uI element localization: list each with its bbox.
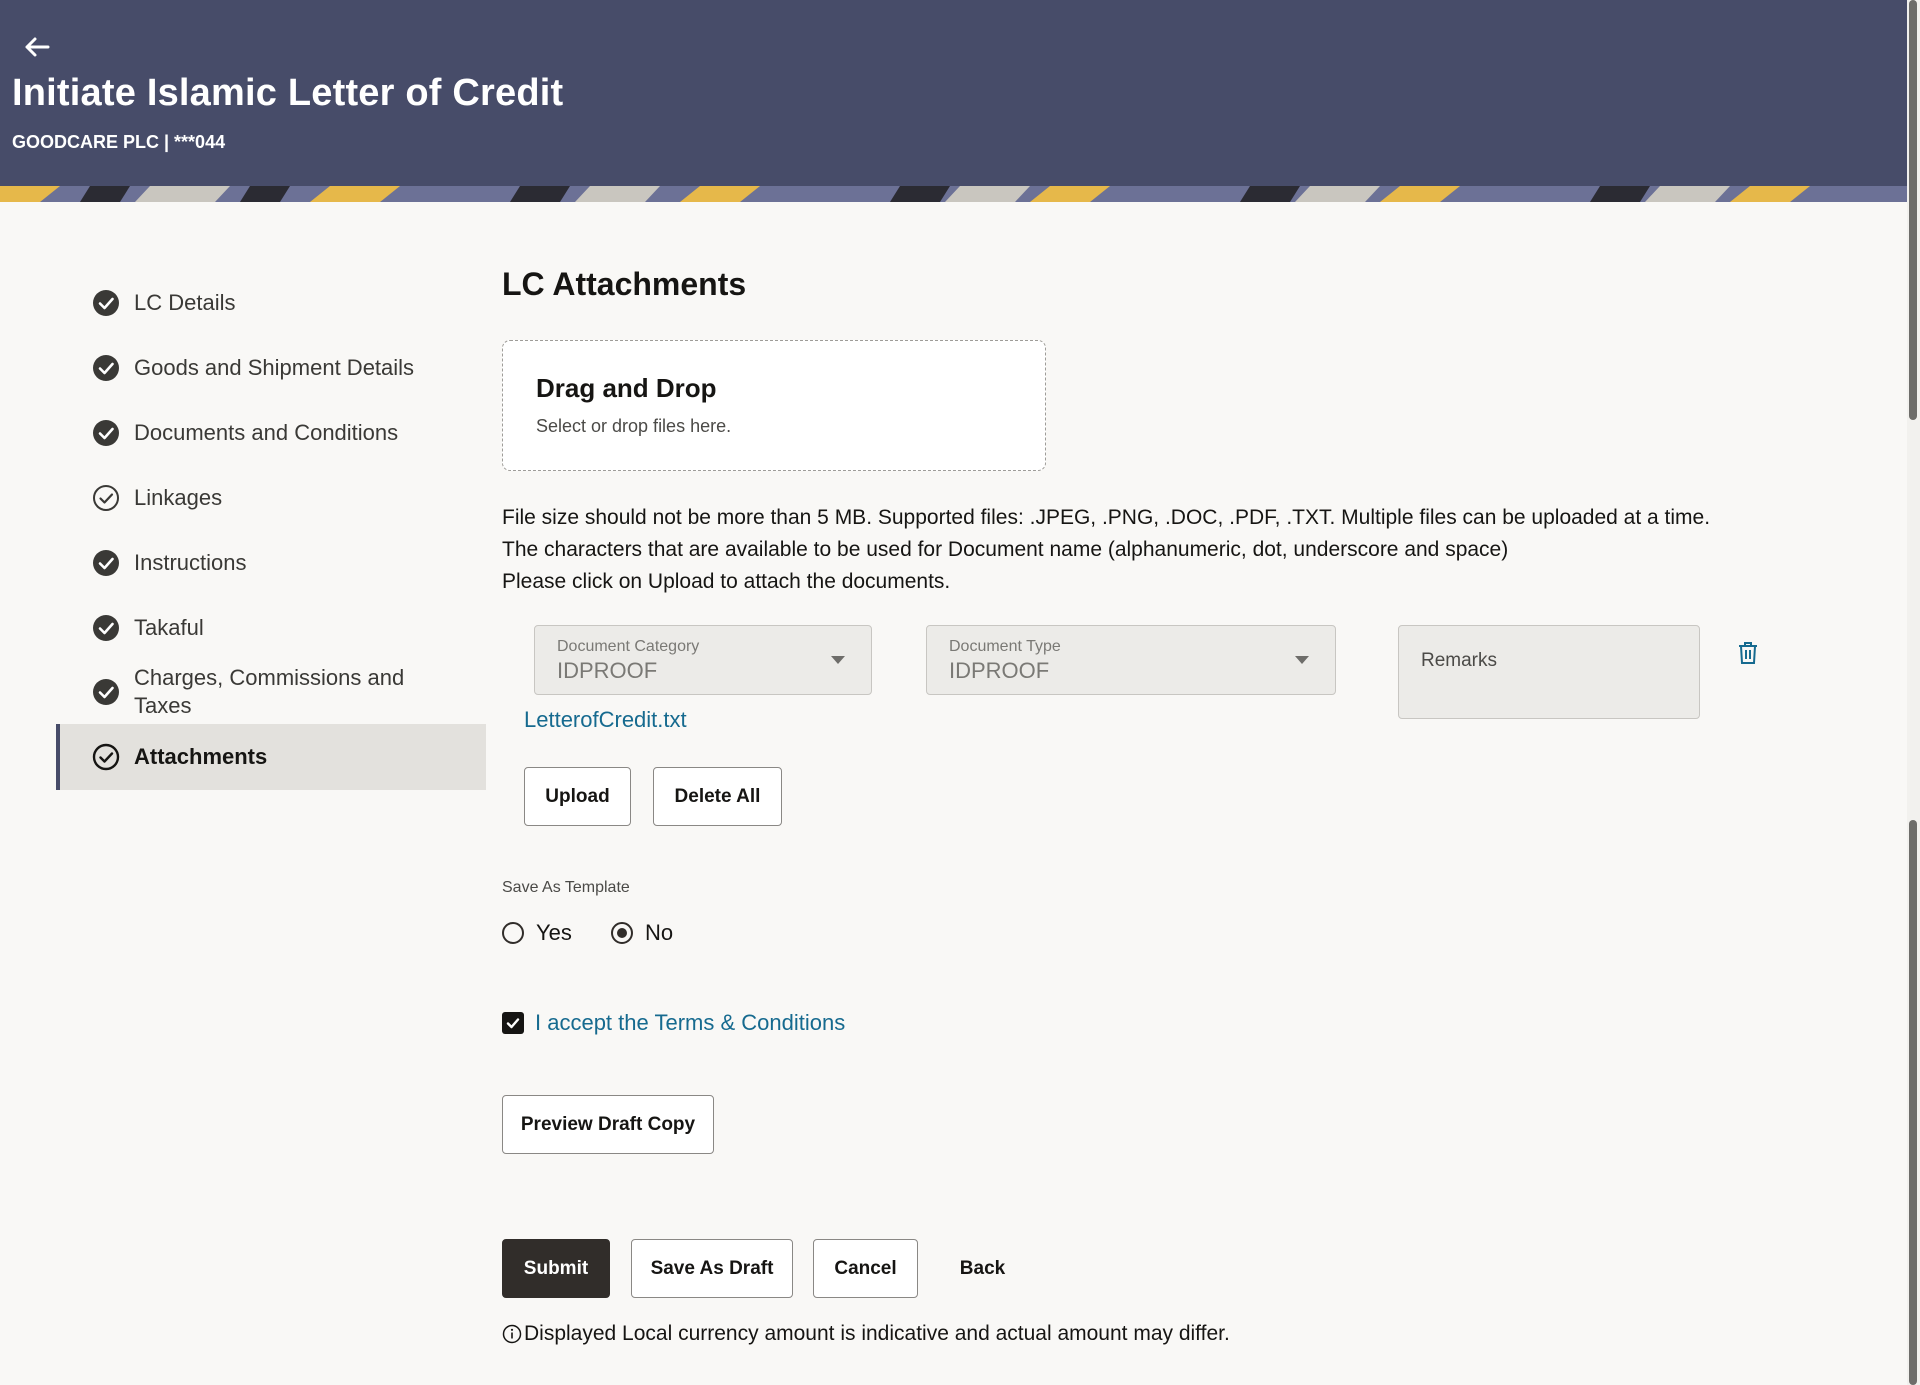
submit-button[interactable]: Submit [502, 1239, 610, 1298]
document-category-select[interactable]: Document Category IDPROOF [534, 625, 872, 695]
step-goods-shipment[interactable]: Goods and Shipment Details [56, 335, 486, 400]
check-circle-outline-icon [92, 743, 120, 771]
check-circle-filled-icon [93, 354, 119, 381]
step-attachments[interactable]: Attachments [56, 724, 486, 790]
document-category-label: Document Category [557, 638, 700, 655]
step-documents-conditions[interactable]: Documents and Conditions [56, 400, 486, 465]
scrollbar-thumb[interactable] [1909, 0, 1917, 420]
preview-draft-copy-button[interactable]: Preview Draft Copy [502, 1095, 714, 1154]
save-as-template-label: Save As Template [502, 879, 630, 896]
document-type-label: Document Type [949, 638, 1061, 655]
check-circle-filled-icon [93, 419, 119, 446]
step-label: Linkages [134, 484, 223, 510]
check-circle-outline-icon [93, 484, 119, 511]
step-instructions[interactable]: Instructions [56, 530, 486, 595]
step-linkages[interactable]: Linkages [56, 465, 486, 530]
step-label: Instructions [134, 549, 247, 575]
step-label: Documents and Conditions [134, 419, 399, 445]
terms-checkbox[interactable] [502, 1012, 524, 1034]
instruction-line: Please click on Upload to attach the doc… [502, 570, 951, 593]
disclaimer-text: Displayed Local currency amount is indic… [524, 1322, 1230, 1345]
document-type-value: IDPROOF [949, 658, 1050, 683]
radio-label: Yes [536, 920, 572, 945]
step-navigation: LC Details Goods and Shipment Details Do… [56, 270, 486, 790]
step-label: Goods and Shipment Details [134, 354, 415, 380]
chevron-down-icon [1295, 656, 1309, 664]
check-circle-filled-icon [93, 549, 119, 576]
decorative-banner-strip [0, 186, 1907, 202]
instruction-line: File size should not be more than 5 MB. … [502, 506, 1711, 529]
chevron-down-icon [831, 656, 845, 664]
document-type-select[interactable]: Document Type IDPROOF [926, 625, 1336, 695]
delete-all-button[interactable]: Delete All [653, 767, 782, 826]
cancel-button[interactable]: Cancel [813, 1239, 918, 1298]
terms-acceptance[interactable]: I accept the Terms & Conditions [502, 1010, 845, 1036]
radio-option-no[interactable]: No [611, 920, 673, 946]
currency-disclaimer: Displayed Local currency amount is indic… [502, 1322, 1230, 1346]
party-account-subtitle: GOODCARE PLC | ***044 [12, 132, 226, 152]
step-label: Charges, Commissions and Taxes [134, 665, 405, 718]
upload-instructions: File size should not be more than 5 MB. … [502, 502, 1710, 598]
dropzone-subtitle: Select or drop files here. [536, 416, 732, 436]
scrollbar-thumb[interactable] [1909, 820, 1917, 1385]
page-header: Initiate Islamic Letter of Credit GOODCA… [0, 0, 1907, 186]
step-label: Attachments [134, 744, 268, 769]
section-title: LC Attachments [502, 266, 747, 302]
radio-button[interactable] [611, 922, 633, 944]
info-icon [502, 1324, 522, 1344]
step-lc-details[interactable]: LC Details [56, 270, 486, 335]
back-button[interactable]: Back [940, 1239, 1025, 1298]
uploaded-file-link[interactable]: LetterofCredit.txt [524, 707, 687, 733]
delete-trash-icon[interactable] [1736, 640, 1760, 666]
instruction-line: The characters that are available to be … [502, 538, 1509, 561]
step-label: LC Details [134, 289, 236, 315]
remarks-field[interactable]: Remarks [1398, 625, 1700, 719]
checkmark-icon [506, 1018, 520, 1029]
step-label: Takaful [134, 614, 204, 640]
radio-option-yes[interactable]: Yes [502, 920, 572, 946]
step-charges-commissions-taxes[interactable]: Charges, Commissions and Taxes [56, 660, 486, 724]
radio-label: No [645, 920, 674, 945]
upload-button[interactable]: Upload [524, 767, 631, 826]
check-circle-filled-icon [93, 614, 119, 641]
step-takaful[interactable]: Takaful [56, 595, 486, 660]
radio-button[interactable] [502, 922, 524, 944]
terms-link[interactable]: I accept the Terms & Conditions [535, 1010, 845, 1036]
save-as-draft-button[interactable]: Save As Draft [631, 1239, 793, 1298]
page-title: Initiate Islamic Letter of Credit [12, 72, 564, 114]
check-circle-filled-icon [93, 679, 119, 705]
back-arrow-icon[interactable] [20, 30, 54, 64]
file-dropzone[interactable]: Drag and Drop Select or drop files here. [502, 340, 1046, 471]
check-circle-filled-icon [93, 289, 119, 316]
dropzone-title: Drag and Drop [536, 373, 717, 403]
document-category-value: IDPROOF [557, 658, 658, 683]
remarks-label: Remarks [1421, 650, 1498, 671]
